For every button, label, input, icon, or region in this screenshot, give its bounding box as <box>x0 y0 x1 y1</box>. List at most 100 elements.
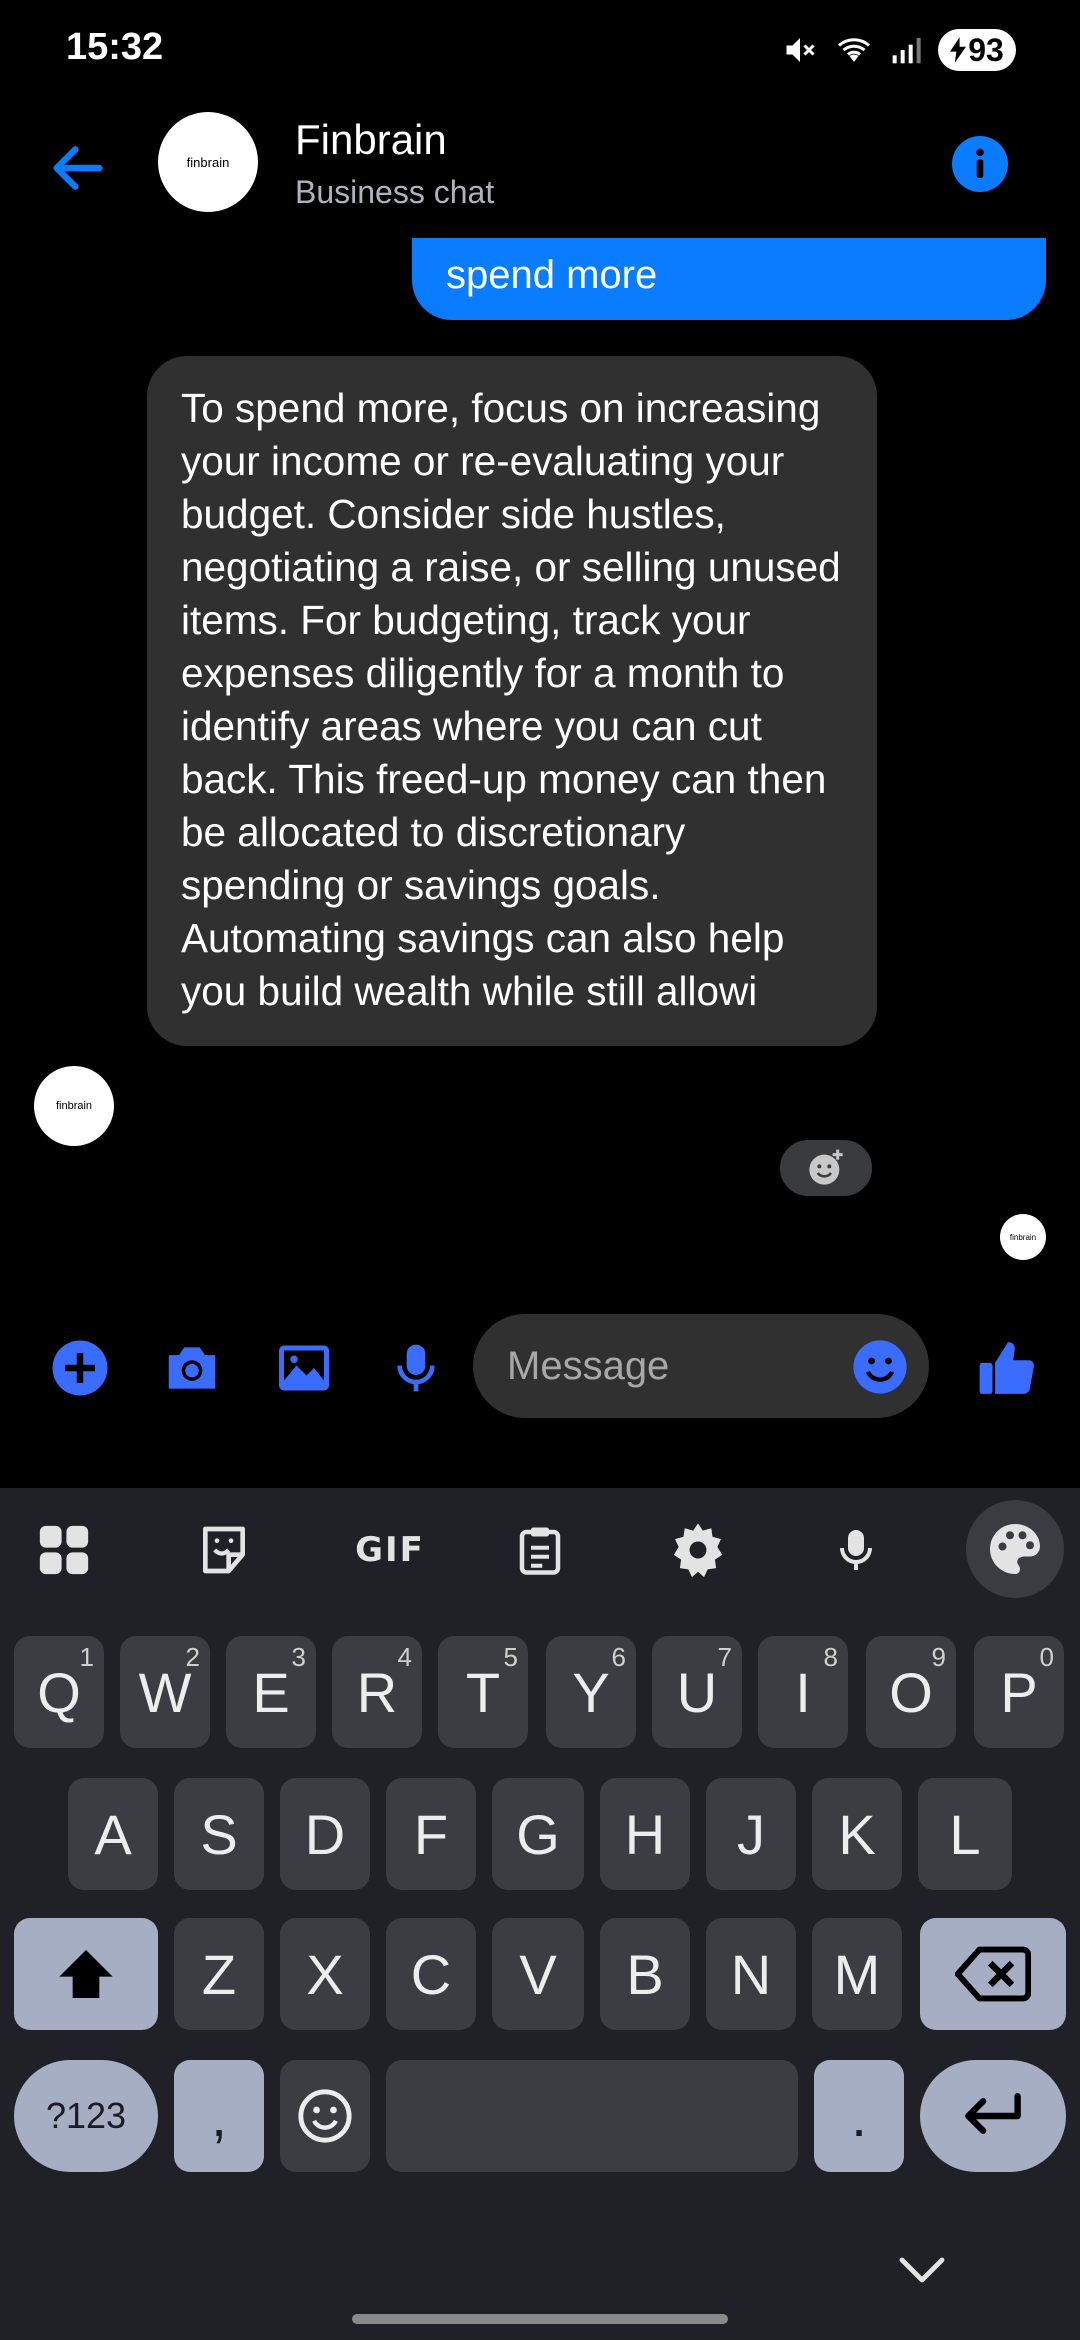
key-q[interactable]: Q1 <box>14 1636 104 1748</box>
sender-avatar[interactable]: finbrain <box>34 1066 114 1146</box>
info-button[interactable] <box>952 136 1008 192</box>
key-u[interactable]: U7 <box>652 1636 742 1748</box>
key-hint: 2 <box>185 1642 200 1672</box>
sticker-button[interactable] <box>192 1518 256 1582</box>
outgoing-message[interactable]: spend more <box>412 238 1046 320</box>
key-hint: 5 <box>503 1642 518 1672</box>
message-field[interactable] <box>473 1314 929 1418</box>
like-button[interactable] <box>976 1336 1040 1400</box>
key-label: W <box>138 1660 192 1724</box>
key-label: Y <box>572 1660 610 1724</box>
message-input[interactable] <box>507 1343 827 1389</box>
key-hint: 8 <box>823 1642 838 1672</box>
space-key[interactable] <box>386 2060 798 2172</box>
add-reaction-button[interactable] <box>776 1136 876 1200</box>
gear-icon <box>673 1523 723 1578</box>
key-hint: 6 <box>611 1642 626 1672</box>
keyboard: GIF Q1 W2 E3 R4 T5 Y6 U7 I8 O9 P0 A S D … <box>0 1488 1080 2340</box>
thumbs-up-icon <box>979 1342 1034 1394</box>
key-w[interactable]: W2 <box>120 1636 210 1748</box>
key-a[interactable]: A <box>68 1778 158 1890</box>
composer-bar <box>0 1300 1080 1440</box>
key-p[interactable]: P0 <box>974 1636 1064 1748</box>
clipboard-icon <box>519 1527 561 1575</box>
microphone-icon <box>840 1530 872 1570</box>
period-key[interactable]: . <box>814 2060 904 2172</box>
key-d[interactable]: D <box>280 1778 370 1890</box>
key-k[interactable]: K <box>812 1778 902 1890</box>
key-s[interactable]: S <box>174 1778 264 1890</box>
key-v[interactable]: V <box>492 1918 584 2030</box>
key-hint: 1 <box>79 1642 94 1672</box>
battery-level: 93 <box>968 31 1004 68</box>
info-icon <box>976 148 984 178</box>
key-r[interactable]: R4 <box>332 1636 422 1748</box>
symbols-key[interactable]: ?123 <box>14 2060 158 2172</box>
wifi-icon <box>838 38 870 62</box>
voice-button[interactable] <box>384 1336 448 1400</box>
key-hint: 4 <box>397 1642 412 1672</box>
enter-key[interactable] <box>920 2060 1066 2172</box>
key-label: P <box>1000 1660 1038 1724</box>
gif-button[interactable]: GIF <box>350 1518 430 1582</box>
apps-button[interactable] <box>32 1518 96 1582</box>
backspace-key[interactable] <box>920 1918 1066 2030</box>
key-o[interactable]: O9 <box>866 1636 956 1748</box>
key-n[interactable]: N <box>706 1918 796 2030</box>
plus-circle-icon <box>52 1340 108 1396</box>
emoji-key[interactable] <box>280 2060 370 2172</box>
key-i[interactable]: I8 <box>758 1636 848 1748</box>
key-label: O <box>889 1660 933 1724</box>
camera-button[interactable] <box>160 1336 224 1400</box>
status-time: 15:32 <box>66 26 164 68</box>
key-j[interactable]: J <box>706 1778 796 1890</box>
key-hint: 3 <box>291 1642 306 1672</box>
key-c[interactable]: C <box>386 1918 476 2030</box>
hide-keyboard-button[interactable] <box>896 2250 948 2290</box>
key-label: T <box>465 1660 501 1724</box>
camera-icon <box>168 1347 216 1389</box>
emoji-icon <box>298 2089 352 2143</box>
voice-typing-button[interactable] <box>824 1518 888 1582</box>
palette-icon <box>990 1524 1040 1574</box>
back-button[interactable] <box>46 136 110 200</box>
key-e[interactable]: E3 <box>226 1636 316 1748</box>
key-y[interactable]: Y6 <box>546 1636 636 1748</box>
keyboard-toolbar: GIF <box>0 1488 1080 1612</box>
key-label: Q <box>37 1660 81 1724</box>
key-label: R <box>356 1660 398 1724</box>
theme-button[interactable] <box>966 1500 1064 1598</box>
key-hint: 7 <box>717 1642 732 1672</box>
battery-indicator: 93 <box>938 29 1016 71</box>
microphone-icon <box>397 1344 435 1392</box>
gallery-button[interactable] <box>272 1336 336 1400</box>
gesture-bar[interactable] <box>352 2314 728 2324</box>
add-reaction-icon <box>809 1149 843 1185</box>
key-label: U <box>676 1660 718 1724</box>
image-icon <box>279 1345 329 1391</box>
key-h[interactable]: H <box>600 1778 690 1890</box>
add-button[interactable] <box>48 1336 112 1400</box>
key-x[interactable]: X <box>280 1918 370 2030</box>
key-l[interactable]: L <box>918 1778 1012 1890</box>
emoji-button[interactable] <box>851 1338 909 1396</box>
chevron-down-icon <box>899 2257 945 2283</box>
key-b[interactable]: B <box>600 1918 690 2030</box>
key-t[interactable]: T5 <box>438 1636 528 1748</box>
incoming-message[interactable]: To spend more, focus on increasing your … <box>147 356 877 1046</box>
comma-key[interactable]: , <box>174 2060 264 2172</box>
shift-key[interactable] <box>14 1918 158 2030</box>
battery-charging-icon <box>950 37 967 63</box>
emoji-icon <box>853 1340 907 1394</box>
key-g[interactable]: G <box>492 1778 584 1890</box>
key-f[interactable]: F <box>386 1778 476 1890</box>
avatar[interactable]: finbrain <box>158 112 258 212</box>
key-hint: 9 <box>931 1642 946 1672</box>
key-z[interactable]: Z <box>174 1918 264 2030</box>
key-m[interactable]: M <box>812 1918 902 2030</box>
settings-button[interactable] <box>666 1518 730 1582</box>
clipboard-button[interactable] <box>508 1518 572 1582</box>
page-title[interactable]: Finbrain <box>295 116 447 164</box>
sticker-icon <box>203 1526 246 1574</box>
message-list[interactable]: spend more To spend more, focus on incre… <box>0 238 1080 1278</box>
